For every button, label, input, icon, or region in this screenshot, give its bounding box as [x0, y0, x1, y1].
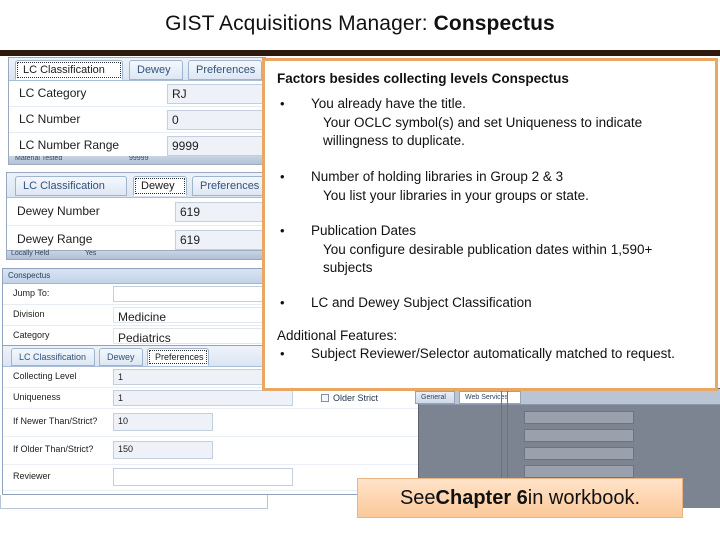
label-reviewer: Reviewer — [13, 471, 51, 481]
input-division[interactable]: Medicine — [113, 307, 265, 323]
field-row-division: Division Medicine — [3, 305, 269, 326]
tab-web-services[interactable]: Web Services — [459, 391, 521, 404]
input-dewey-range[interactable]: 619 — [175, 230, 269, 250]
bullet-marker: • — [280, 96, 285, 111]
screenshot-dewey-panel: LC Classification Dewey Preferences Dewe… — [6, 172, 270, 260]
value-material-tested: 99999 — [129, 156, 149, 162]
label-uniqueness: Uniqueness — [13, 392, 61, 402]
input-category[interactable]: Pediatrics — [113, 328, 265, 344]
label-lc-number: LC Number — [19, 112, 81, 126]
tab-preferences-3[interactable]: Preferences — [147, 348, 209, 366]
tab-dewey[interactable]: Dewey — [129, 60, 183, 80]
input-dewey-number[interactable]: 619 — [175, 202, 269, 222]
tab-preferences-2[interactable]: Preferences — [192, 176, 266, 196]
label-jump-to: Jump To: — [13, 288, 50, 298]
label-if-older-than-strict: If Older Than/Strict? — [13, 444, 94, 454]
checkbox-older-strict-label: Older Strict — [333, 393, 379, 403]
bullet-sub: You list your libraries in your groups o… — [323, 187, 589, 203]
field-row-jump-to: Jump To: — [3, 284, 269, 305]
gray-window-tabstrip: General Web Services — [415, 389, 720, 405]
dewey-tabstrip: LC Classification Dewey Preferences — [7, 173, 269, 198]
page-title-bold: Conspectus — [433, 12, 555, 35]
content-bullet-3: • Publication Dates You configure desira… — [277, 222, 703, 277]
screenshot-left-bottom-strip — [0, 495, 268, 509]
input-uniqueness[interactable]: 1 — [113, 390, 293, 406]
label-collecting-level: Collecting Level — [13, 371, 77, 381]
tab-lc-classification[interactable]: LC Classification — [15, 60, 123, 80]
label-if-newer-than-strict: If Newer Than/Strict? — [13, 416, 98, 426]
label-division: Division — [13, 309, 45, 319]
label-dewey-number: Dewey Number — [17, 204, 100, 218]
input-if-newer-than-strict[interactable]: 10 — [113, 413, 213, 431]
input-jump-to[interactable] — [113, 286, 265, 302]
screenshot-conspectus-panel: Conspectus Jump To: Division Medicine Ca… — [2, 268, 270, 346]
bullet-lead: Subject Reviewer/Selector automatically … — [311, 345, 675, 361]
content-bullet-2: • Number of holding libraries in Group 2… — [277, 168, 703, 205]
screenshot-lc-panel-footer-strip: Material Tested 99999 — [8, 156, 266, 165]
dewey-panel-footer-strip: Locally Held Yes — [7, 250, 269, 259]
bullet-sub: Your OCLC symbol(s) and set Uniqueness t… — [323, 114, 643, 148]
callout-see-chapter: See Chapter 6 in workbook. — [357, 478, 683, 518]
label-dewey-range: Dewey Range — [17, 232, 93, 246]
screenshot-lc-classification-panel: LC Classification Dewey Preferences LC C… — [8, 57, 266, 161]
label-lc-category: LC Category — [19, 86, 87, 100]
callout-prefix: See — [399, 486, 436, 509]
input-lc-category[interactable]: RJ — [167, 84, 263, 104]
page-title-normal: GIST Acquisitions Manager: — [165, 12, 434, 35]
label-locally-held: Locally Held — [11, 250, 50, 257]
bullet-sub: You configure desirable publication date… — [323, 241, 653, 275]
checkbox-older-strict[interactable]: Older Strict — [321, 393, 378, 403]
content-heading: Factors besides collecting levels Conspe… — [277, 71, 569, 86]
gray-window-field-2 — [524, 429, 634, 442]
content-panel: Factors besides collecting levels Conspe… — [262, 58, 718, 391]
input-if-older-than-strict[interactable]: 150 — [113, 441, 213, 459]
label-lc-number-range: LC Number Range — [19, 138, 120, 152]
additional-features-heading: Additional Features: — [277, 327, 398, 343]
label-material-tested: Material Tested — [15, 156, 63, 162]
field-row-lc-category: LC Category RJ — [9, 81, 265, 107]
checkbox-older-strict-box[interactable] — [321, 394, 329, 402]
content-bullet-4: • LC and Dewey Subject Classification — [277, 294, 703, 312]
callout-bold: Chapter 6 — [435, 486, 528, 509]
field-row-uniqueness: Uniqueness 1 Older Strict — [3, 388, 421, 409]
input-reviewer[interactable] — [113, 468, 293, 486]
gray-window-field-3 — [524, 447, 634, 460]
field-row-dewey-number: Dewey Number 619 — [7, 198, 269, 226]
field-row-if-newer-than: If Newer Than/Strict? 10 — [3, 409, 421, 437]
tab-preferences[interactable]: Preferences — [188, 60, 262, 80]
page-title: GIST Acquisitions Manager: Conspectus — [0, 12, 720, 36]
lc-tabstrip: LC Classification Dewey Preferences — [9, 58, 265, 81]
bullet-lead: Publication Dates — [311, 222, 417, 238]
slide-canvas: GIST Acquisitions Manager: Conspectus LC… — [0, 0, 720, 540]
tab-dewey-2[interactable]: Dewey — [133, 176, 187, 196]
value-locally-held: Yes — [85, 250, 97, 257]
bullet-lead: Number of holding libraries in Group 2 &… — [311, 168, 564, 184]
bullet-marker: • — [280, 168, 285, 184]
conspectus-panel-header: Conspectus — [3, 269, 269, 284]
tab-lc-classification-3[interactable]: LC Classification — [11, 348, 95, 366]
tab-lc-classification-2[interactable]: LC Classification — [15, 176, 127, 196]
bullet-marker: • — [280, 294, 285, 310]
bullet-marker: • — [280, 222, 285, 238]
bullet-marker: • — [280, 345, 285, 361]
field-row-if-older-than: If Older Than/Strict? 150 — [3, 437, 421, 465]
gray-window-field-1 — [524, 411, 634, 424]
label-category: Category — [13, 330, 50, 340]
bullet-lead: LC and Dewey Subject Classification — [311, 294, 532, 310]
tab-general[interactable]: General — [415, 391, 455, 404]
input-lc-number[interactable]: 0 — [167, 110, 263, 130]
bullet-lead: You already have the title. — [311, 96, 466, 111]
top-divider-rule — [0, 50, 720, 56]
callout-suffix: in workbook. — [527, 486, 641, 509]
field-row-category: Category Pediatrics — [3, 326, 269, 345]
tab-dewey-3[interactable]: Dewey — [99, 348, 143, 366]
content-bullet-1: • You already have the title. Your OCLC … — [277, 95, 703, 150]
gray-window-field-4 — [524, 465, 634, 478]
content-additional-bullet-1: • Subject Reviewer/Selector automaticall… — [277, 345, 703, 363]
input-lc-number-range[interactable]: 9999 — [167, 136, 263, 156]
field-row-lc-number: LC Number 0 — [9, 107, 265, 133]
